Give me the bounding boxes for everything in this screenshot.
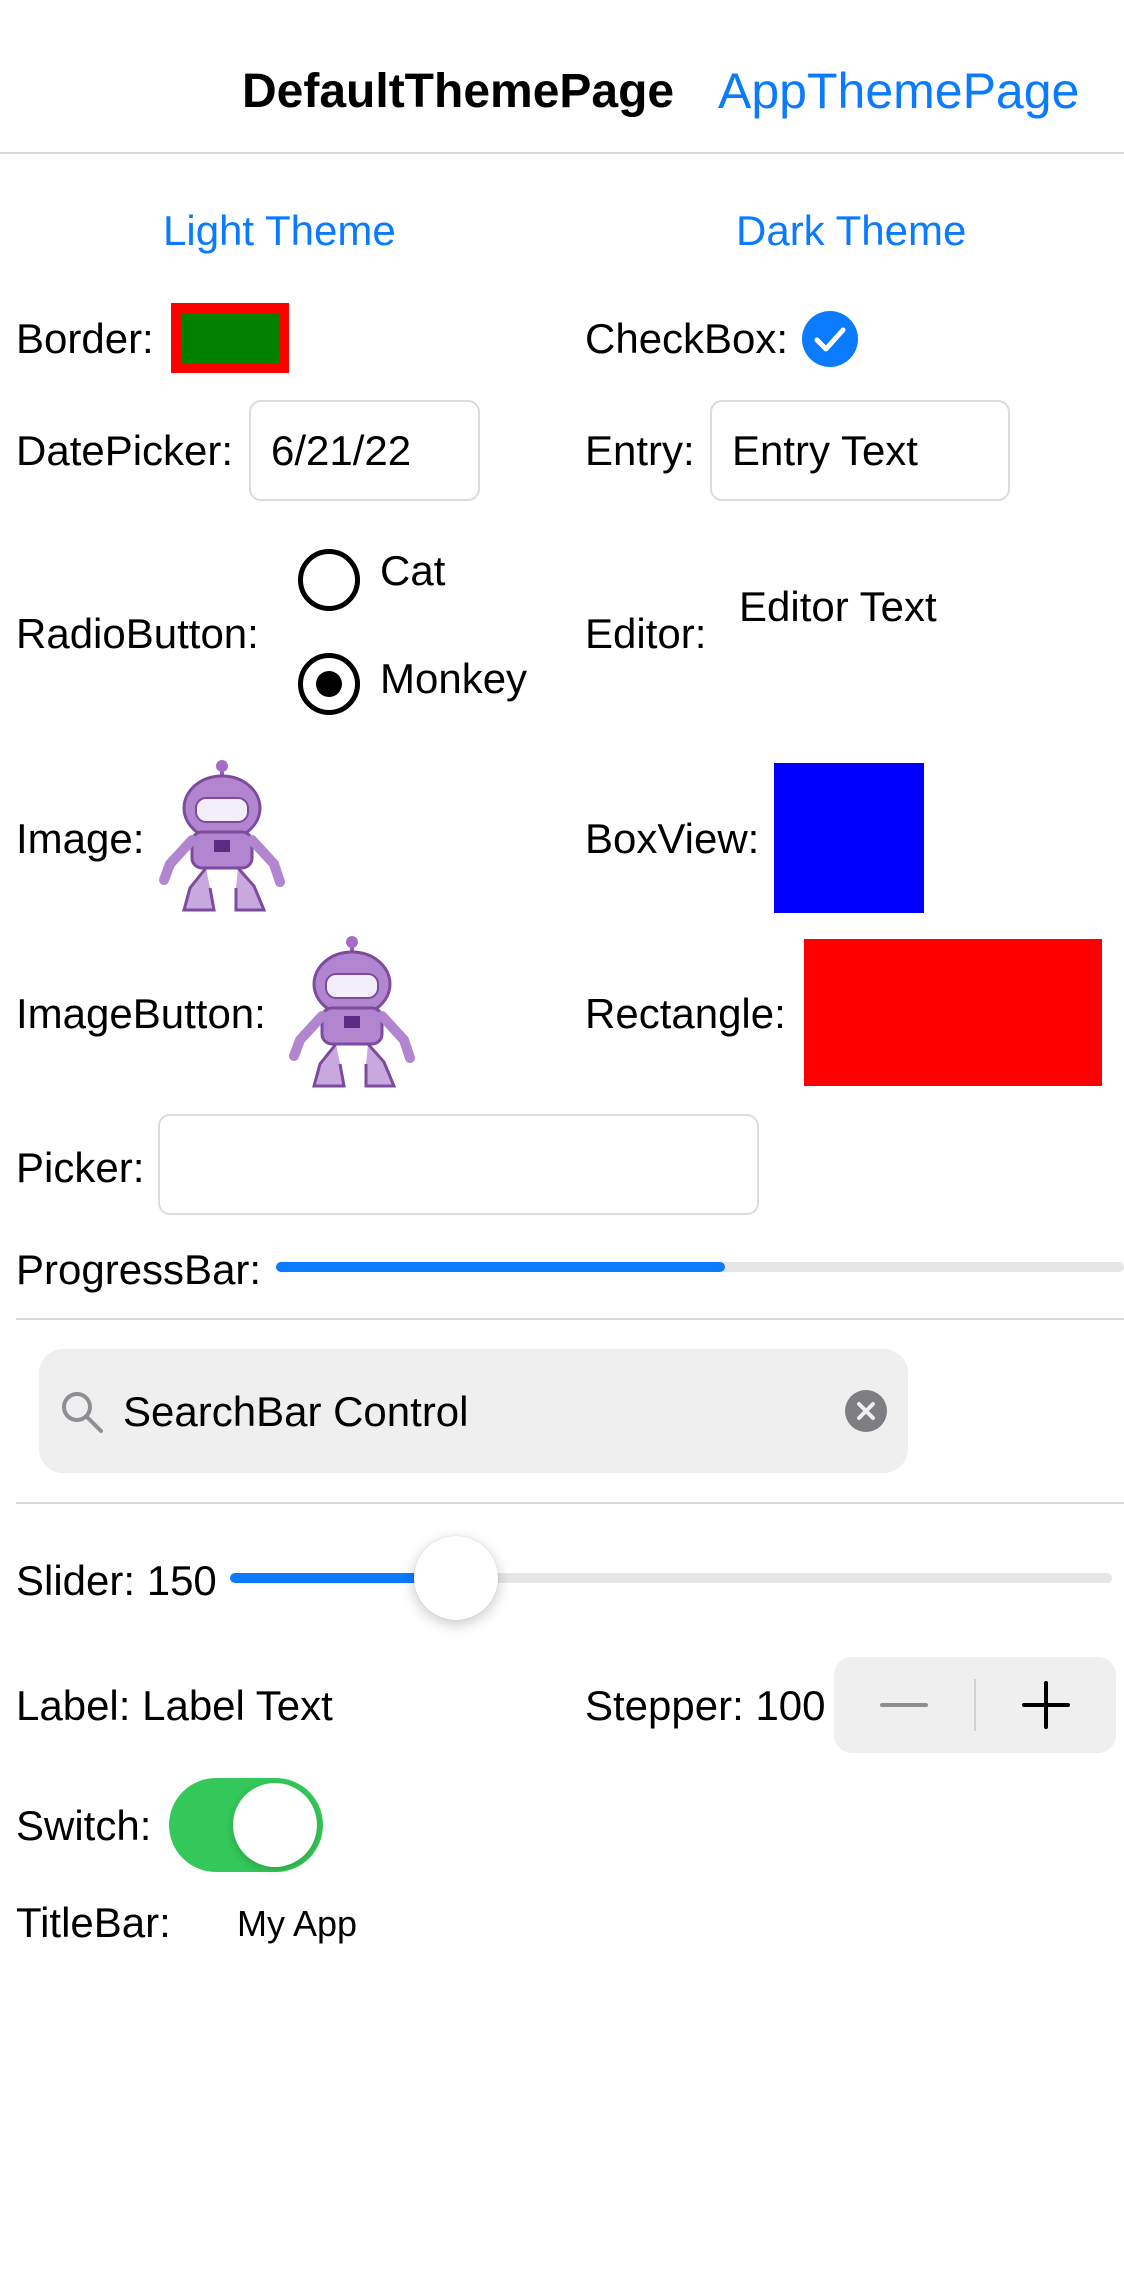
checkmark-icon [814,327,846,352]
image-label: Image: [16,815,145,862]
robot-icon [289,936,415,1088]
plus-icon [1022,1681,1070,1729]
search-icon [62,1392,103,1433]
page-title: DefaultThemePage [242,65,675,118]
border-content [181,313,279,363]
border-label: Border: [16,315,154,362]
datepicker-label: DatePicker: [16,427,234,474]
app-theme-page-link[interactable]: AppThemePage [718,66,1079,116]
rectangle-label: Rectangle: [585,990,786,1037]
slider-label: Slider: 150 [16,1557,217,1604]
search-bottom-divider [16,1502,1124,1504]
datepicker[interactable]: 6/21/22 [249,400,480,501]
titlebar-title: My App [237,1903,358,1944]
datepicker-value: 6/21/22 [271,426,412,474]
radio-option-label: Cat [380,547,446,594]
titlebar-label: TitleBar: [16,1899,171,1946]
border-control [171,303,289,373]
switch-toggle[interactable] [169,1778,323,1872]
picker-label: Picker: [16,1144,145,1191]
progress-fill [276,1262,726,1272]
switch-knob [233,1783,317,1867]
radio-option-cat[interactable]: Cat [298,548,538,612]
search-top-divider [16,1318,1124,1320]
stepper-label: Stepper: 100 [585,1682,826,1729]
minus-icon [880,1703,928,1707]
editor-label: Editor: [585,610,707,657]
checkbox[interactable] [802,311,858,367]
radiobutton-label: RadioButton: [16,610,259,657]
slider[interactable] [230,1536,1112,1620]
switch-label: Switch: [16,1802,152,1849]
slider-thumb[interactable] [414,1536,499,1620]
radio-circle-selected [298,653,360,715]
checkbox-label: CheckBox: [585,315,789,362]
bot-image [154,760,294,914]
search-input[interactable]: SearchBar Control [123,1391,469,1433]
entry-label: Entry: [585,427,695,474]
search-bar[interactable]: SearchBar Control [39,1349,908,1473]
editor-field[interactable]: Editor Text [739,586,937,628]
close-icon [857,1402,875,1420]
label-control: Label: Label Text [16,1682,333,1729]
stepper-increment-button[interactable] [976,1657,1116,1753]
boxview-label: BoxView: [585,815,760,862]
entry-value: Entry Text [732,426,918,474]
header-divider [0,152,1124,154]
imagebutton-label: ImageButton: [16,990,266,1037]
entry-field[interactable]: Entry Text [710,400,1010,501]
progressbar-label: ProgressBar: [16,1246,262,1293]
picker-field[interactable] [158,1114,759,1215]
light-theme-button[interactable]: Light Theme [163,210,396,252]
bot-image-button[interactable] [284,936,424,1090]
dark-theme-button[interactable]: Dark Theme [736,210,966,252]
radio-option-monkey[interactable]: Monkey [298,652,558,716]
radio-option-label: Monkey [380,655,528,702]
stepper [834,1657,1116,1753]
rectangle-shape [804,939,1102,1086]
radio-circle [298,549,360,611]
boxview [774,763,924,913]
progress-bar [276,1262,1124,1272]
stepper-decrement-button[interactable] [834,1657,974,1753]
clear-search-button[interactable] [845,1390,887,1432]
robot-icon [159,760,285,912]
radio-dot [316,671,342,697]
